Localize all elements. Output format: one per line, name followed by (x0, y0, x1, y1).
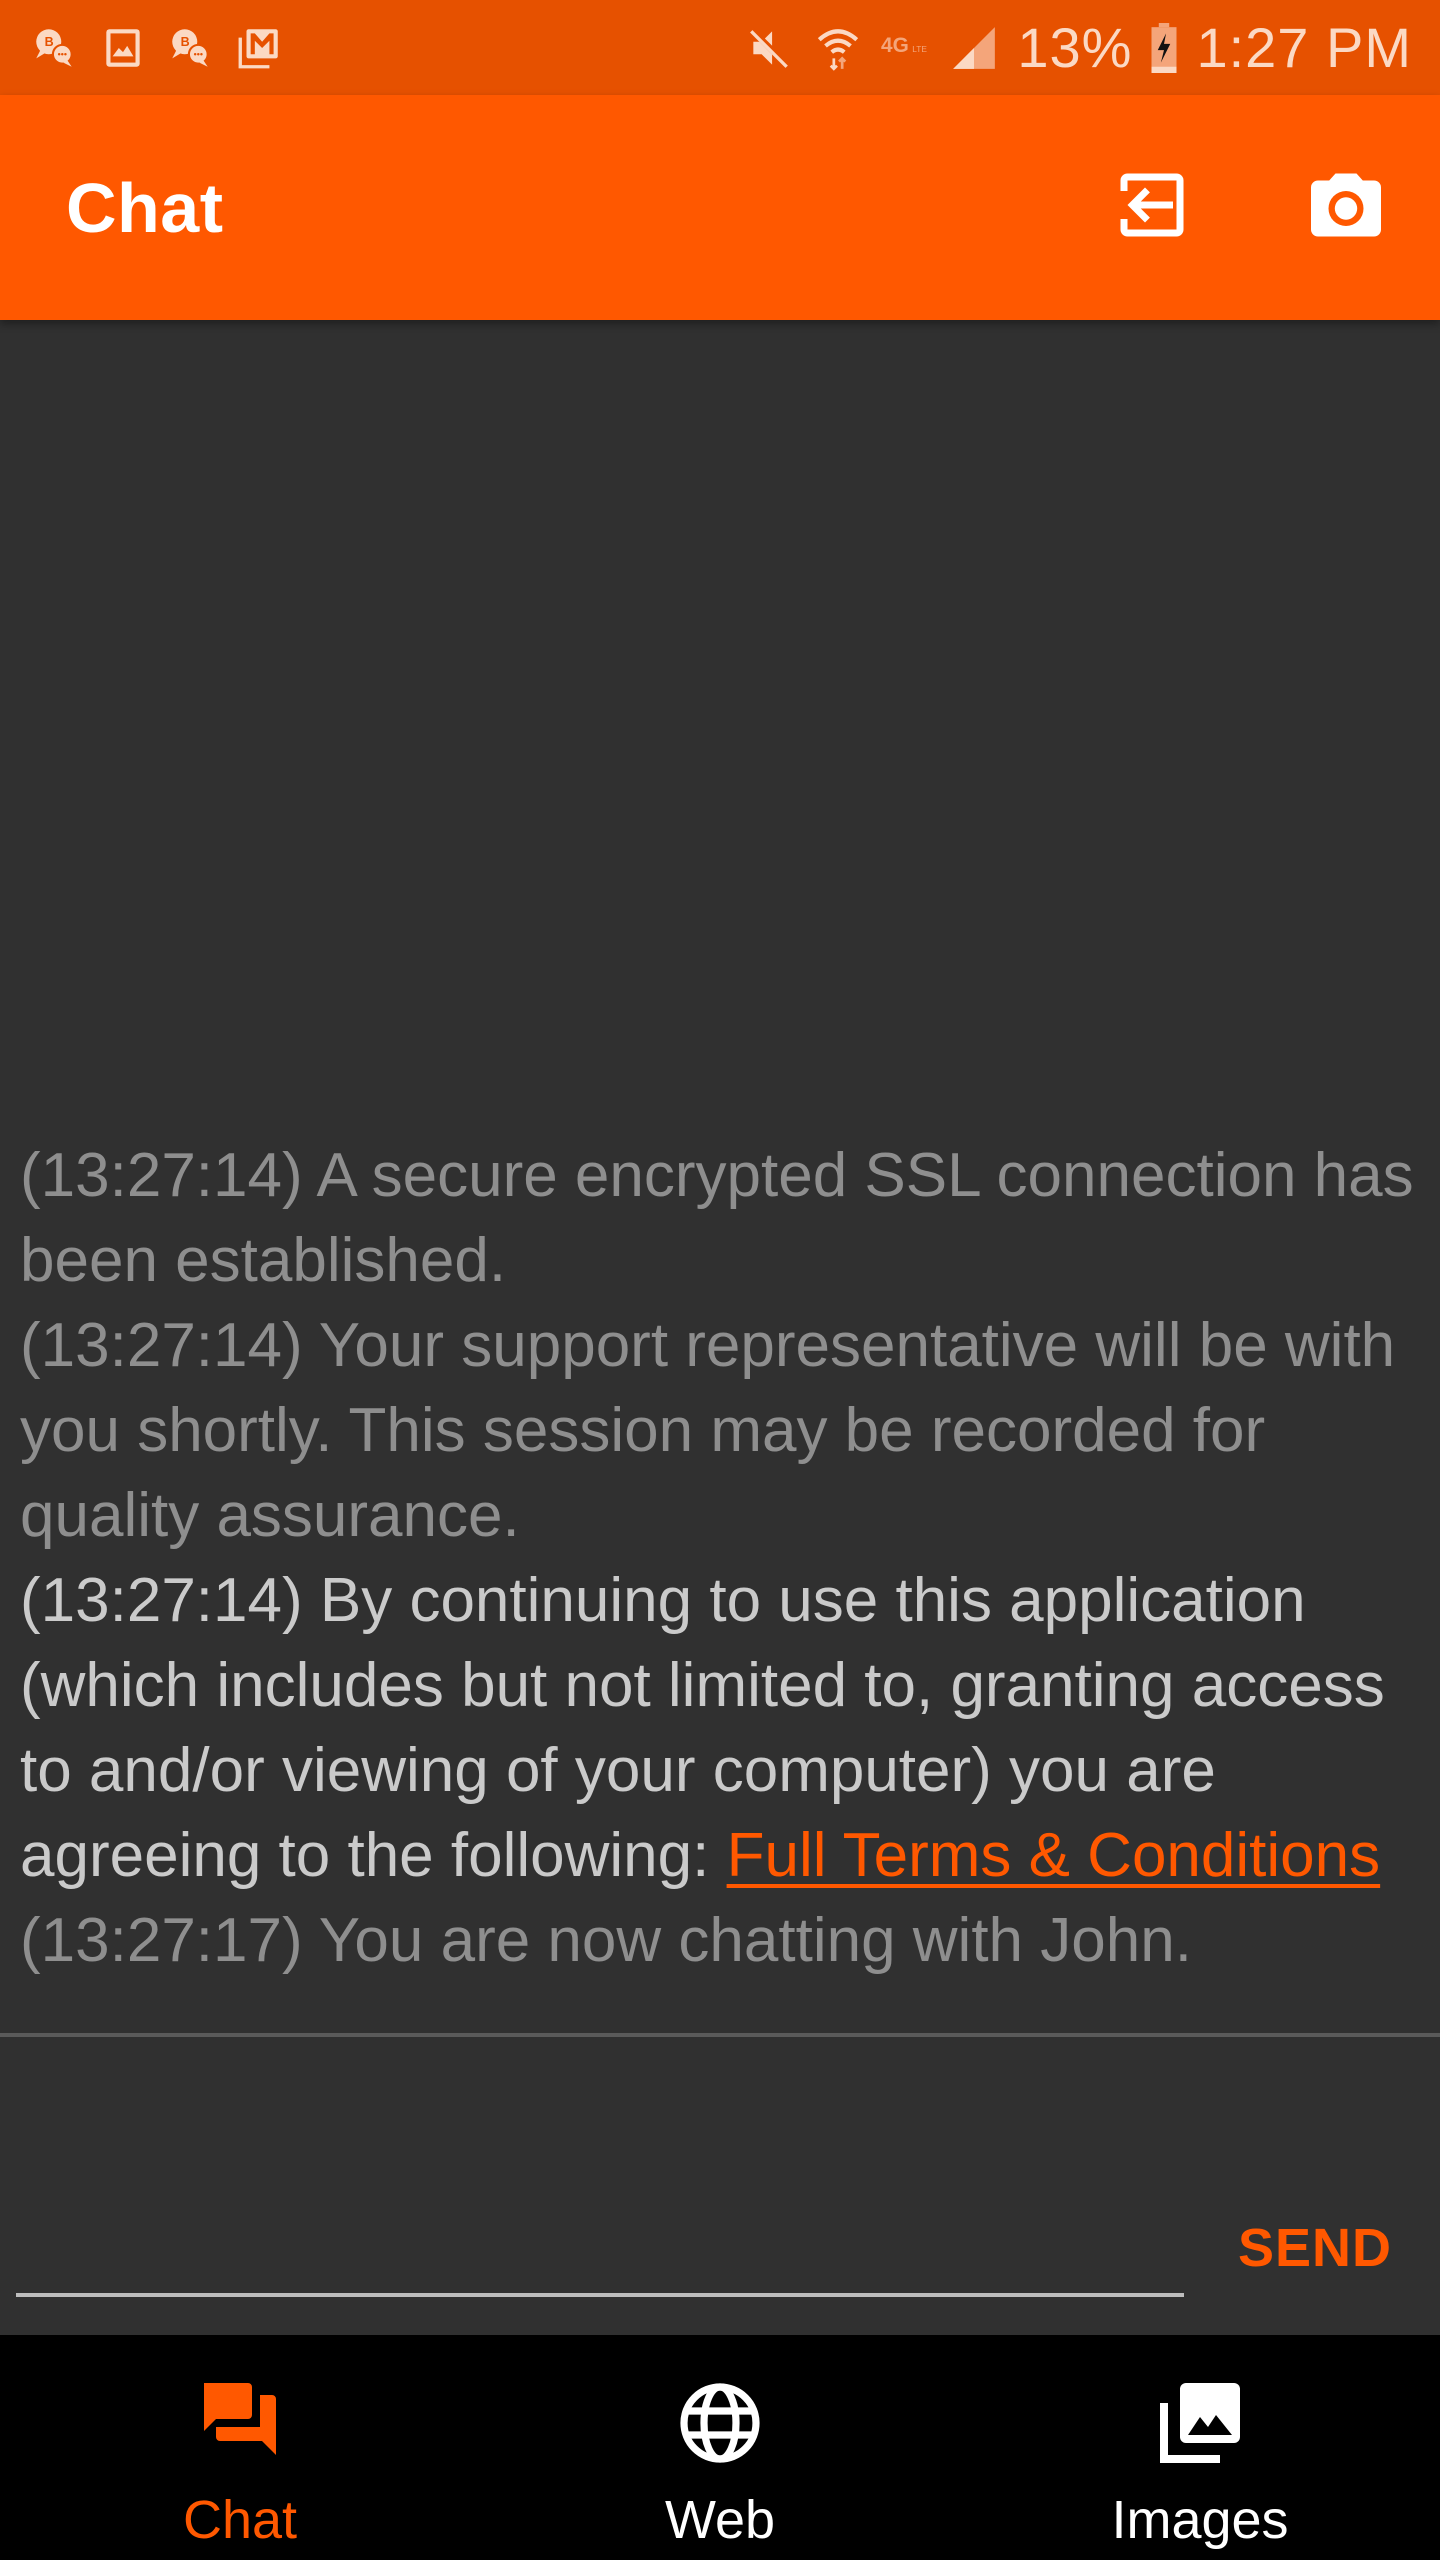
chat-message: (13:27:14) A secure encrypted SSL connec… (20, 1133, 1420, 1303)
send-button[interactable]: SEND (1238, 2217, 1392, 2279)
camera-icon (1304, 163, 1388, 252)
page-title: Chat (66, 168, 224, 247)
exit-icon (1110, 163, 1194, 252)
svg-text:4G: 4G (881, 34, 909, 57)
nav-tab-web[interactable]: Web (480, 2335, 960, 2560)
globe-icon (672, 2375, 768, 2471)
chat-transcript[interactable]: (13:27:14) A secure encrypted SSL connec… (0, 320, 1440, 2035)
signal-icon (949, 23, 999, 73)
battery-charging-icon (1150, 22, 1178, 73)
bottom-navigation: Chat Web Images (0, 2335, 1440, 2560)
message-timestamp: (13:27:17) (20, 1906, 303, 1975)
mute-icon (745, 23, 795, 73)
message-text: You are now chatting with John. (318, 1906, 1192, 1975)
message-list: (13:27:14) A secure encrypted SSL connec… (20, 1133, 1420, 1983)
chat-message: (13:27:14) Your support representative w… (20, 1303, 1420, 1558)
battery-percent: 13% (1017, 16, 1133, 79)
terms-conditions-link[interactable]: Full Terms & Conditions (727, 1821, 1381, 1890)
camera-button[interactable] (1304, 166, 1388, 250)
notification-icons: B B (30, 23, 284, 73)
clock: 1:27 PM (1196, 16, 1412, 79)
exit-session-button[interactable] (1110, 166, 1194, 250)
message-input[interactable] (16, 2187, 1184, 2297)
system-status: 4G LTE 13% 1:27 PM (745, 15, 1412, 80)
app-bar-actions (1110, 166, 1388, 250)
gallery-icon (98, 23, 148, 73)
nav-tab-images[interactable]: Images (960, 2335, 1440, 2560)
nav-label: Web (664, 2490, 776, 2550)
status-bar: B B 4G LTE 13% 1:27 PM (0, 0, 1440, 95)
svg-text:LTE: LTE (913, 44, 928, 54)
bbm-chat-icon: B (30, 23, 80, 73)
bbm-chat-icon: B (166, 23, 216, 73)
chat-message-terms: (13:27:14) By continuing to use this app… (20, 1558, 1420, 1898)
message-timestamp: (13:27:14) (20, 1566, 303, 1635)
gmail-icon (234, 23, 284, 73)
message-timestamp: (13:27:14) (20, 1311, 303, 1380)
images-icon (1152, 2375, 1248, 2471)
wifi-icon (813, 23, 863, 73)
nav-label: Images (1111, 2490, 1289, 2550)
nav-tab-chat[interactable]: Chat (0, 2335, 480, 2560)
message-composer: SEND (0, 2037, 1440, 2335)
nav-label: Chat (182, 2490, 298, 2550)
svg-text:B: B (45, 34, 54, 48)
svg-text:B: B (181, 34, 190, 48)
chat-message: (13:27:17) You are now chatting with Joh… (20, 1898, 1420, 1983)
app-bar: Chat (0, 95, 1440, 320)
4g-lte-icon: 4G LTE (881, 23, 931, 73)
chat-icon (192, 2375, 288, 2471)
message-timestamp: (13:27:14) (20, 1141, 303, 1210)
